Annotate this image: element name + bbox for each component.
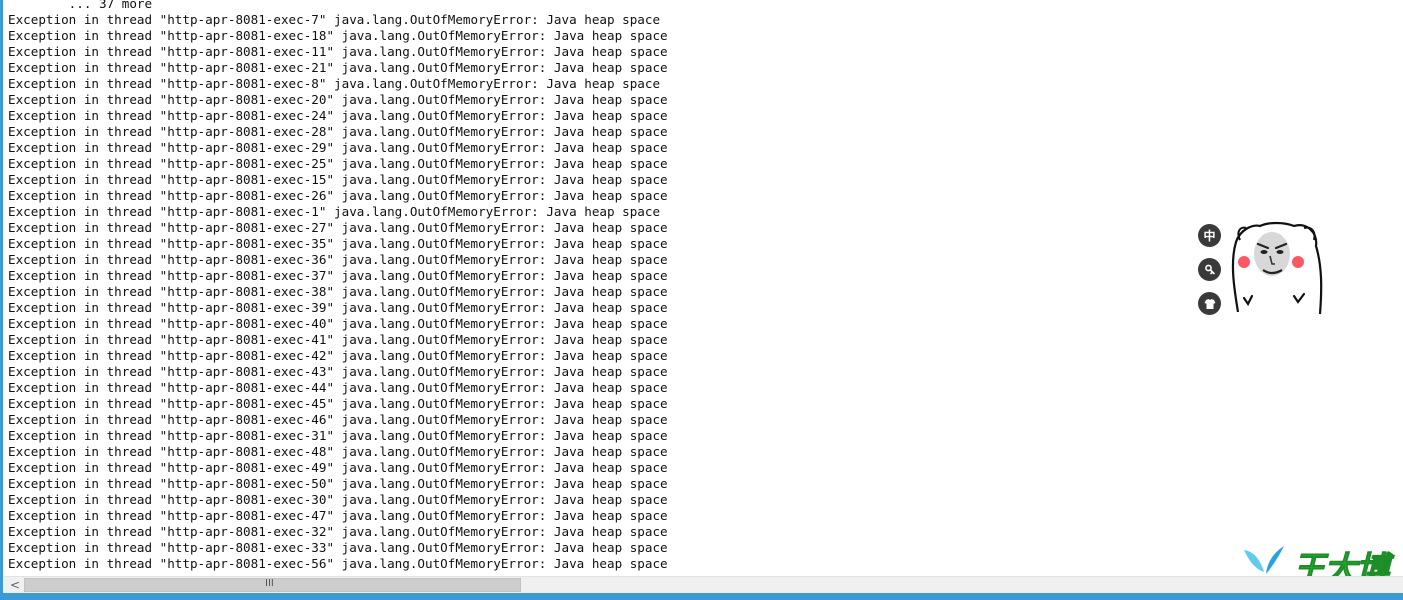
log-line: Exception in thread "http-apr-8081-exec-…	[8, 268, 668, 283]
log-line: Exception in thread "http-apr-8081-exec-…	[8, 412, 668, 427]
console-log: ... 37 more Exception in thread "http-apr…	[8, 0, 668, 572]
window-border-bottom	[0, 593, 1403, 600]
log-line: Exception in thread "http-apr-8081-exec-…	[8, 524, 668, 539]
log-line: Exception in thread "http-apr-8081-exec-…	[8, 44, 668, 59]
ime-settings-button[interactable]	[1198, 258, 1221, 281]
log-line: Exception in thread "http-apr-8081-exec-…	[8, 76, 661, 91]
log-line: Exception in thread "http-apr-8081-exec-…	[8, 220, 668, 235]
log-line: Exception in thread "http-apr-8081-exec-…	[8, 396, 668, 411]
log-line: ... 37 more	[8, 0, 153, 11]
console-output[interactable]: ... 37 more Exception in thread "http-apr…	[0, 0, 1403, 576]
ime-settings-icon	[1204, 264, 1215, 274]
log-line: Exception in thread "http-apr-8081-exec-…	[8, 348, 668, 363]
log-line: Exception in thread "http-apr-8081-exec-…	[8, 140, 668, 155]
window-border-left	[0, 0, 3, 600]
log-line: Exception in thread "http-apr-8081-exec-…	[8, 316, 668, 331]
log-line: Exception in thread "http-apr-8081-exec-…	[8, 204, 661, 219]
log-line: Exception in thread "http-apr-8081-exec-…	[8, 92, 668, 107]
log-line: Exception in thread "http-apr-8081-exec-…	[8, 540, 668, 555]
log-line: Exception in thread "http-apr-8081-exec-…	[8, 556, 668, 571]
ime-toolbar[interactable]: 中	[1198, 224, 1222, 320]
scroll-right-button[interactable]	[1397, 577, 1403, 593]
log-line: Exception in thread "http-apr-8081-exec-…	[8, 444, 668, 459]
log-line: Exception in thread "http-apr-8081-exec-…	[8, 476, 668, 491]
log-line: Exception in thread "http-apr-8081-exec-…	[8, 332, 668, 347]
bear-mascot-icon[interactable]	[1226, 218, 1326, 318]
scroll-left-button[interactable]: <	[7, 577, 23, 593]
log-line: Exception in thread "http-apr-8081-exec-…	[8, 428, 668, 443]
chevron-left-icon: <	[9, 578, 21, 592]
log-line: Exception in thread "http-apr-8081-exec-…	[8, 28, 668, 43]
log-line: Exception in thread "http-apr-8081-exec-…	[8, 460, 668, 475]
log-line: Exception in thread "http-apr-8081-exec-…	[8, 124, 668, 139]
log-line: Exception in thread "http-apr-8081-exec-…	[8, 492, 668, 507]
ime-mode-button[interactable]: 中	[1198, 224, 1221, 247]
ime-mode-label: 中	[1203, 229, 1216, 243]
log-line: Exception in thread "http-apr-8081-exec-…	[8, 508, 668, 523]
log-line: Exception in thread "http-apr-8081-exec-…	[8, 252, 668, 267]
log-line: Exception in thread "http-apr-8081-exec-…	[8, 364, 668, 379]
log-line: Exception in thread "http-apr-8081-exec-…	[8, 172, 668, 187]
log-line: Exception in thread "http-apr-8081-exec-…	[8, 188, 668, 203]
log-line: Exception in thread "http-apr-8081-exec-…	[8, 300, 668, 315]
log-line: Exception in thread "http-apr-8081-exec-…	[8, 60, 668, 75]
horizontal-scrollbar[interactable]: < III	[0, 576, 1403, 593]
ime-skin-button[interactable]	[1198, 292, 1221, 315]
scrollbar-thumb[interactable]: III	[24, 578, 521, 592]
log-line: Exception in thread "http-apr-8081-exec-…	[8, 156, 668, 171]
log-line: Exception in thread "http-apr-8081-exec-…	[8, 380, 668, 395]
log-line: Exception in thread "http-apr-8081-exec-…	[8, 12, 661, 27]
log-line: Exception in thread "http-apr-8081-exec-…	[8, 236, 668, 251]
log-line: Exception in thread "http-apr-8081-exec-…	[8, 284, 668, 299]
scrollbar-grip-icon: III	[265, 578, 274, 589]
log-line: Exception in thread "http-apr-8081-exec-…	[8, 108, 668, 123]
ime-skin-icon	[1204, 298, 1215, 309]
